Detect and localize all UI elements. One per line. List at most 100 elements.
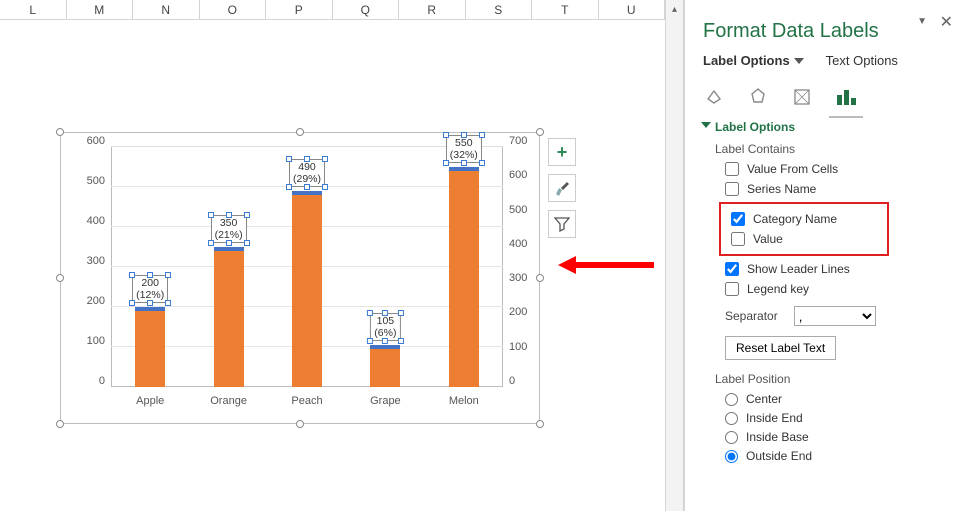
col-header[interactable]: P — [266, 0, 333, 19]
pane-icon-tabs — [703, 78, 949, 108]
tab-text-options[interactable]: Text Options — [826, 53, 898, 68]
data-label-value: 200 — [141, 277, 159, 289]
pane-tabs: Label Options Text Options — [703, 53, 949, 68]
checkbox[interactable] — [725, 182, 739, 196]
annotation-arrow — [558, 258, 654, 272]
checkbox[interactable] — [731, 212, 745, 226]
data-label[interactable]: 550 (32%) — [446, 135, 482, 163]
pane-title: Format Data Labels — [703, 20, 949, 43]
category-label: Apple — [136, 395, 164, 407]
section-label-options[interactable]: Label Options — [703, 120, 949, 134]
highlight-box: Category Name Value — [719, 202, 889, 256]
check-value-from-cells[interactable]: Value From Cells — [725, 162, 949, 176]
chart-object[interactable]: 0 100 200 300 400 500 600 0 100 200 300 … — [60, 132, 540, 424]
plot-area[interactable]: 0 100 200 300 400 500 600 0 100 200 300 … — [111, 147, 503, 387]
scroll-up-icon[interactable]: ▴ — [666, 0, 683, 18]
category-label: Peach — [291, 395, 322, 407]
tab-label-options[interactable]: Label Options — [703, 53, 804, 68]
radio[interactable] — [725, 412, 738, 425]
check-label: Legend key — [747, 282, 809, 296]
col-header[interactable]: R — [399, 0, 466, 19]
col-header[interactable]: N — [133, 0, 200, 19]
size-properties-icon[interactable] — [791, 86, 813, 108]
bar-peach[interactable] — [292, 191, 322, 387]
resize-handle[interactable] — [296, 128, 304, 136]
ytick-left: 500 — [87, 175, 105, 187]
radio-center[interactable]: Center — [725, 392, 949, 406]
radio-outside-end[interactable]: Outside End — [725, 449, 949, 463]
check-series-name[interactable]: Series Name — [725, 182, 949, 196]
resize-handle[interactable] — [536, 128, 544, 136]
check-value[interactable]: Value — [731, 232, 883, 246]
resize-handle[interactable] — [56, 420, 64, 428]
col-header[interactable]: S — [466, 0, 533, 19]
bar-apple[interactable] — [135, 307, 165, 387]
close-icon[interactable]: ✕ — [940, 12, 953, 32]
radio[interactable] — [725, 450, 738, 463]
resize-handle[interactable] — [56, 274, 64, 282]
ytick-left: 600 — [87, 135, 105, 147]
brush-icon — [553, 179, 571, 197]
check-label: Series Name — [747, 182, 816, 196]
col-header[interactable]: Q — [333, 0, 400, 19]
col-header[interactable]: U — [599, 0, 666, 19]
format-pane: ▼ ✕ Format Data Labels Label Options Tex… — [684, 0, 967, 511]
radio-label: Center — [746, 392, 782, 406]
data-label[interactable]: 350 (21%) — [211, 215, 247, 243]
ytick-right: 100 — [509, 341, 527, 353]
check-category-name[interactable]: Category Name — [731, 212, 883, 226]
bar-orange[interactable] — [214, 247, 244, 387]
chart-elements-button[interactable]: + — [548, 138, 576, 166]
col-header[interactable]: O — [200, 0, 267, 19]
radio[interactable] — [725, 431, 738, 444]
ytick-right: 600 — [509, 169, 527, 181]
radio-inside-end[interactable]: Inside End — [725, 411, 949, 425]
ytick-left: 0 — [99, 375, 105, 387]
separator-select[interactable]: , — [794, 306, 876, 326]
fill-line-icon[interactable] — [703, 86, 725, 108]
ytick-right: 500 — [509, 204, 527, 216]
check-show-leader-lines[interactable]: Show Leader Lines — [725, 262, 949, 276]
resize-handle[interactable] — [296, 420, 304, 428]
vertical-scrollbar[interactable]: ▴ — [665, 0, 683, 511]
chart-filters-button[interactable] — [548, 210, 576, 238]
data-label-value: 105 — [377, 315, 395, 327]
label-contains-heading: Label Contains — [715, 142, 949, 156]
check-label: Value — [753, 232, 783, 246]
reset-label-text-button[interactable]: Reset Label Text — [725, 336, 836, 360]
data-label[interactable]: 105 (6%) — [370, 313, 400, 341]
radio[interactable] — [725, 393, 738, 406]
bar-melon[interactable] — [449, 167, 479, 387]
checkbox[interactable] — [725, 162, 739, 176]
col-header[interactable]: L — [0, 0, 67, 19]
y-axis-right — [502, 147, 503, 387]
label-position-heading: Label Position — [715, 372, 949, 386]
col-header[interactable]: T — [532, 0, 599, 19]
plus-icon: + — [557, 142, 568, 163]
ytick-right: 700 — [509, 135, 527, 147]
ytick-right: 0 — [509, 375, 515, 387]
ytick-left: 400 — [87, 215, 105, 227]
resize-handle[interactable] — [536, 420, 544, 428]
spreadsheet-area: L M N O P Q R S T U ▴ — [0, 0, 684, 511]
data-label[interactable]: 490 (29%) — [289, 159, 325, 187]
label-options-icon[interactable] — [835, 86, 857, 108]
ytick-right: 300 — [509, 272, 527, 284]
radio-inside-base[interactable]: Inside Base — [725, 430, 949, 444]
resize-handle[interactable] — [56, 128, 64, 136]
effects-icon[interactable] — [747, 86, 769, 108]
checkbox[interactable] — [725, 282, 739, 296]
ytick-left: 300 — [87, 255, 105, 267]
check-legend-key[interactable]: Legend key — [725, 282, 949, 296]
checkbox[interactable] — [731, 232, 745, 246]
col-header[interactable]: M — [67, 0, 134, 19]
bar-grape[interactable] — [370, 345, 400, 387]
checkbox[interactable] — [725, 262, 739, 276]
gridline — [111, 146, 503, 147]
pane-options-dropdown-icon[interactable]: ▼ — [917, 16, 927, 27]
data-label-value: 550 — [455, 137, 473, 149]
chart-styles-button[interactable] — [548, 174, 576, 202]
data-label[interactable]: 200 (12%) — [132, 275, 168, 303]
resize-handle[interactable] — [536, 274, 544, 282]
data-label-value: 490 — [298, 161, 316, 173]
